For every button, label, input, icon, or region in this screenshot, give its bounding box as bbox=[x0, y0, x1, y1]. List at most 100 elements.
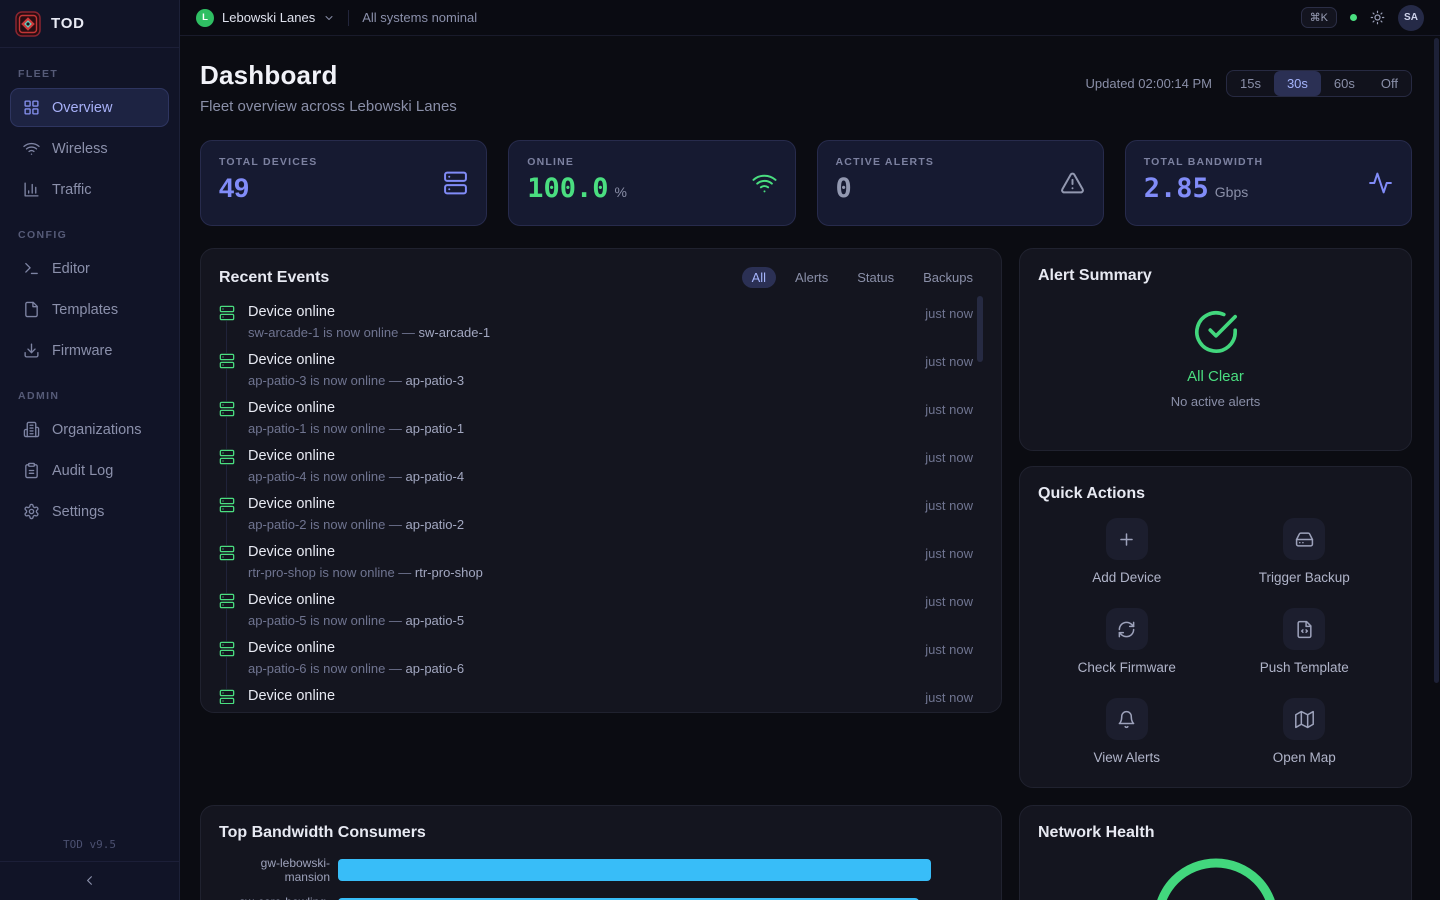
event-title: Device online bbox=[248, 543, 912, 561]
health-gauge: 100 bbox=[1151, 856, 1281, 900]
org-selector[interactable]: L Lebowski Lanes bbox=[196, 9, 335, 27]
sidebar-item-overview[interactable]: Overview bbox=[10, 88, 169, 127]
refresh-option-15s[interactable]: 15s bbox=[1227, 71, 1274, 96]
stat-card-online: ONLINE100.0% bbox=[508, 140, 795, 226]
bandwidth-row: gw-lebowski-mansion bbox=[219, 856, 983, 884]
server-icon bbox=[219, 641, 235, 657]
events-filter-tabs: All Alerts Status Backups bbox=[742, 267, 983, 288]
user-avatar[interactable]: SA bbox=[1398, 5, 1424, 31]
action-tile bbox=[1283, 608, 1325, 650]
event-time: just now bbox=[925, 498, 973, 534]
sidebar-item-label: Firmware bbox=[52, 343, 112, 359]
action-label: Push Template bbox=[1260, 660, 1349, 675]
server-icon bbox=[219, 497, 235, 513]
refresh-interval-control: 15s30s60sOff bbox=[1226, 70, 1412, 97]
sidebar-item-templates[interactable]: Templates bbox=[10, 290, 169, 329]
event-time: just now bbox=[925, 402, 973, 438]
refresh-option-off[interactable]: Off bbox=[1368, 71, 1411, 96]
events-scrollbar[interactable] bbox=[977, 296, 983, 362]
refresh-option-60s[interactable]: 60s bbox=[1321, 71, 1368, 96]
sidebar-item-settings[interactable]: Settings bbox=[10, 492, 169, 531]
clipboard-icon bbox=[23, 462, 40, 479]
sidebar-item-label: Settings bbox=[52, 504, 104, 520]
stat-unit: % bbox=[615, 184, 627, 200]
action-tile bbox=[1283, 518, 1325, 560]
sidebar-item-wireless[interactable]: Wireless bbox=[10, 129, 169, 168]
bandwidth-device-label: gw-lebowski-mansion bbox=[219, 856, 338, 884]
event-row: Device onlineap-patio-1 is now online — … bbox=[219, 390, 983, 438]
action-label: View Alerts bbox=[1093, 750, 1160, 765]
sidebar-item-editor[interactable]: Editor bbox=[10, 249, 169, 288]
event-title: Device online bbox=[248, 351, 912, 369]
updated-timestamp: Updated 02:00:14 PM bbox=[1086, 76, 1212, 91]
action-label: Trigger Backup bbox=[1259, 570, 1350, 585]
server-icon bbox=[219, 545, 235, 561]
event-message: ap-patio-4 is now online — ap-patio-4 bbox=[248, 469, 912, 485]
action-open-map[interactable]: Open Map bbox=[1273, 698, 1336, 765]
tab-backups[interactable]: Backups bbox=[913, 267, 983, 288]
page-scrollbar[interactable] bbox=[1434, 38, 1439, 683]
sidebar-item-audit-log[interactable]: Audit Log bbox=[10, 451, 169, 490]
event-message: ap-patio-2 is now online — ap-patio-2 bbox=[248, 517, 912, 533]
event-title: Device online bbox=[248, 591, 912, 609]
sidebar-item-label: Traffic bbox=[52, 182, 91, 198]
org-avatar: L bbox=[196, 9, 214, 27]
topbar-divider bbox=[348, 10, 349, 26]
gear-icon bbox=[23, 503, 40, 520]
server-icon bbox=[443, 171, 468, 196]
stat-value: 100.0 bbox=[527, 175, 608, 202]
action-check-firmware[interactable]: Check Firmware bbox=[1078, 608, 1176, 675]
event-device-name: ap-patio-2 bbox=[406, 517, 465, 532]
layout-grid-icon bbox=[23, 99, 40, 116]
bandwidth-title: Top Bandwidth Consumers bbox=[219, 824, 983, 842]
event-row: Device online ap-patio-4 is now online — … bbox=[219, 438, 983, 486]
sidebar-nav: FLEETOverviewWirelessTrafficCONFIGEditor… bbox=[0, 48, 179, 829]
alert-summary-panel: Alert Summary All Clear No active alerts bbox=[1019, 248, 1412, 451]
hard-drive-icon bbox=[1295, 530, 1314, 549]
tab-all[interactable]: All bbox=[742, 267, 776, 288]
recent-events-title: Recent Events bbox=[219, 269, 329, 287]
event-device-name: ap-patio-6 bbox=[406, 661, 465, 676]
wifi-icon bbox=[23, 140, 40, 157]
sidebar-collapse-button[interactable] bbox=[0, 861, 179, 900]
action-trigger-backup[interactable]: Trigger Backup bbox=[1259, 518, 1350, 585]
event-message: ap-patio-1 is now online — ap-patio-1 bbox=[248, 421, 912, 437]
server-icon bbox=[219, 401, 235, 417]
event-title: Device online bbox=[248, 495, 912, 513]
stat-card-total-devices: TOTAL DEVICES49 bbox=[200, 140, 487, 226]
org-name: Lebowski Lanes bbox=[222, 10, 315, 25]
refresh-option-30s[interactable]: 30s bbox=[1274, 71, 1321, 96]
tab-status[interactable]: Status bbox=[847, 267, 904, 288]
sidebar-item-traffic[interactable]: Traffic bbox=[10, 170, 169, 209]
page-subtitle: Fleet overview across Lebowski Lanes bbox=[200, 98, 457, 115]
event-device-name: sw-arcade-1 bbox=[419, 325, 491, 340]
sidebar-item-label: Organizations bbox=[52, 422, 141, 438]
event-row: Device onlineap-patio-6 is now online — … bbox=[219, 630, 983, 678]
file-code-icon bbox=[1295, 620, 1314, 639]
action-add-device[interactable]: Add Device bbox=[1092, 518, 1161, 585]
command-palette-shortcut[interactable]: ⌘K bbox=[1301, 7, 1337, 28]
sidebar-item-organizations[interactable]: Organizations bbox=[10, 410, 169, 449]
action-tile bbox=[1283, 698, 1325, 740]
main-content: Dashboard Fleet overview across Lebowski… bbox=[180, 36, 1440, 900]
action-push-template[interactable]: Push Template bbox=[1260, 608, 1349, 675]
event-message: ap-patio-6 is now online — ap-patio-6 bbox=[248, 661, 912, 677]
bell-icon bbox=[1117, 710, 1136, 729]
action-view-alerts[interactable]: View Alerts bbox=[1093, 698, 1160, 765]
sidebar-section-config: CONFIG bbox=[18, 229, 161, 241]
event-device-name: ap-patio-5 bbox=[406, 613, 465, 628]
event-time: just now bbox=[925, 690, 973, 704]
wifi-icon bbox=[752, 171, 777, 196]
event-title: Device online bbox=[248, 447, 912, 465]
sun-icon[interactable] bbox=[1370, 10, 1385, 25]
event-message: ap-patio-3 is now online — ap-patio-3 bbox=[248, 373, 912, 389]
event-message: rtr-pro-shop is now online — rtr-pro-sho… bbox=[248, 565, 912, 581]
event-device-name: rtr-pro-shop bbox=[415, 565, 483, 580]
stat-label: TOTAL DEVICES bbox=[219, 156, 468, 168]
sidebar: TOD FLEETOverviewWirelessTrafficCONFIGEd… bbox=[0, 0, 180, 900]
event-device-name: ap-patio-4 bbox=[406, 469, 465, 484]
tab-alerts[interactable]: Alerts bbox=[785, 267, 838, 288]
sidebar-item-firmware[interactable]: Firmware bbox=[10, 331, 169, 370]
action-tile bbox=[1106, 608, 1148, 650]
stat-value: 0 bbox=[836, 175, 852, 202]
